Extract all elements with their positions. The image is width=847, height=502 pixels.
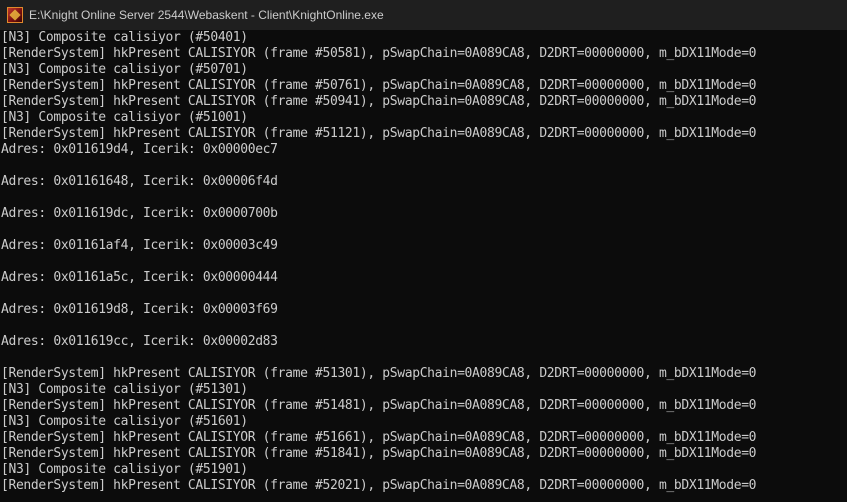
console-line: [RenderSystem] hkPresent CALISIYOR (fram… — [1, 78, 757, 93]
console-line: Adres: 0x011619d4, Icerik: 0x00000ec7 — [1, 142, 278, 157]
console-line: [N3] Composite calisiyor (#51001) — [1, 110, 248, 125]
console-line: [RenderSystem] hkPresent CALISIYOR (fram… — [1, 126, 757, 141]
console-line: [RenderSystem] hkPresent CALISIYOR (fram… — [1, 398, 757, 413]
console-line: Adres: 0x01161a5c, Icerik: 0x00000444 — [1, 270, 278, 285]
console-line: [RenderSystem] hkPresent CALISIYOR (fram… — [1, 366, 757, 381]
console-output[interactable]: [N3] Composite calisiyor (#50401) [Rende… — [0, 30, 847, 502]
console-line: Adres: 0x011619cc, Icerik: 0x00002d83 — [1, 334, 278, 349]
console-line: [N3] Composite calisiyor (#50401) — [1, 30, 248, 45]
console-line: Adres: 0x011619dc, Icerik: 0x0000700b — [1, 206, 278, 221]
console-line: [RenderSystem] hkPresent CALISIYOR (fram… — [1, 46, 757, 61]
console-line: [RenderSystem] hkPresent CALISIYOR (fram… — [1, 94, 757, 109]
console-line: [N3] Composite calisiyor (#51901) — [1, 462, 248, 477]
window-title: E:\Knight Online Server 2544\Webaskent -… — [29, 8, 384, 22]
console-line: Adres: 0x011619d8, Icerik: 0x00003f69 — [1, 302, 278, 317]
console-line: [RenderSystem] hkPresent CALISIYOR (fram… — [1, 446, 757, 461]
console-line: [RenderSystem] hkPresent CALISIYOR (fram… — [1, 478, 757, 493]
console-line: [N3] Composite calisiyor (#51301) — [1, 382, 248, 397]
console-line: Adres: 0x01161648, Icerik: 0x00006f4d — [1, 174, 278, 189]
knight-online-app-icon[interactable] — [7, 7, 23, 23]
console-line: [N3] Composite calisiyor (#51601) — [1, 414, 248, 429]
console-line: [RenderSystem] hkPresent CALISIYOR (fram… — [1, 430, 757, 445]
console-line: [N3] Composite calisiyor (#50701) — [1, 62, 248, 77]
window-titlebar[interactable]: E:\Knight Online Server 2544\Webaskent -… — [0, 0, 847, 30]
console-line: Adres: 0x01161af4, Icerik: 0x00003c49 — [1, 238, 278, 253]
